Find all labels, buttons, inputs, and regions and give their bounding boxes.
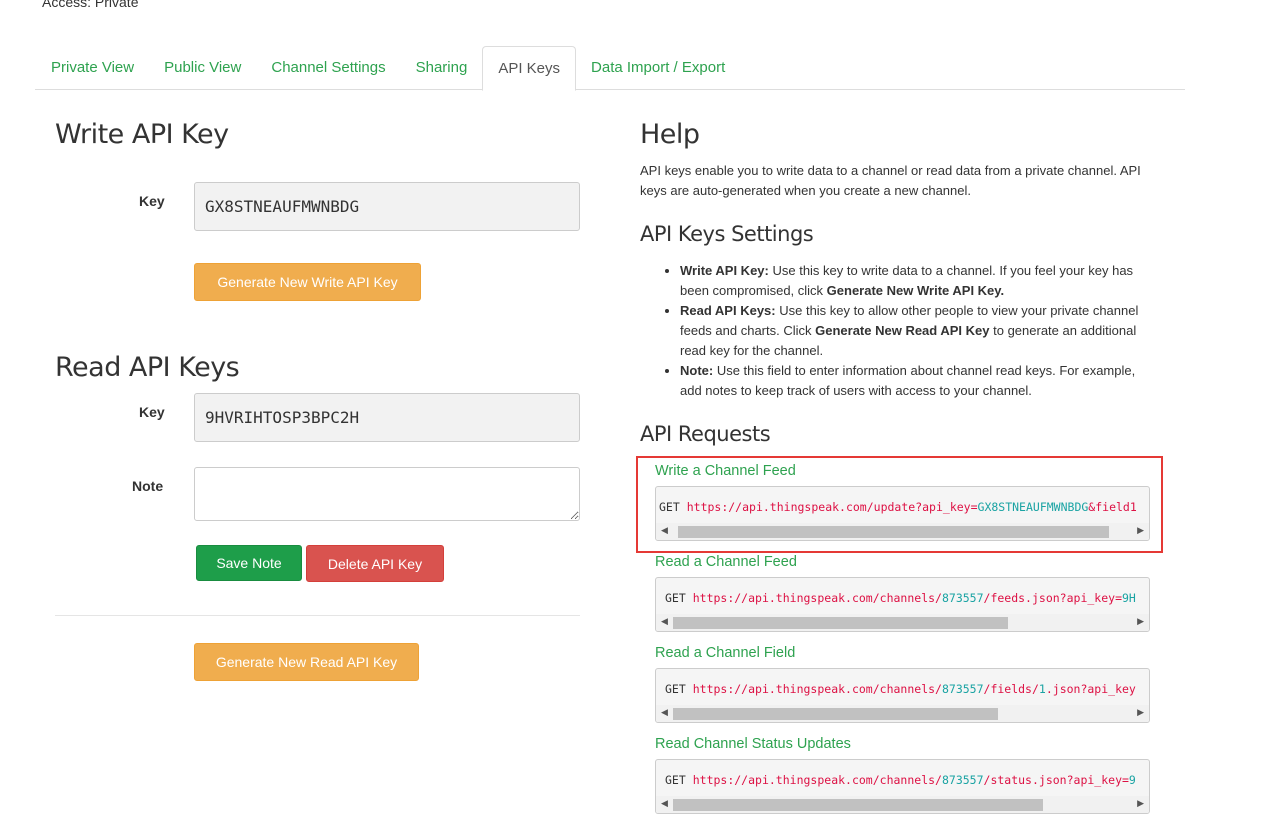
read-key-field[interactable]: 9HVRIHTOSP3BPC2H bbox=[194, 393, 580, 442]
request-link[interactable]: Read Channel Status Updates bbox=[655, 736, 851, 752]
scrollbar-thumb[interactable] bbox=[673, 799, 1043, 811]
scrollbar-thumb[interactable] bbox=[673, 708, 998, 720]
request-link[interactable]: Write a Channel Feed bbox=[655, 463, 796, 479]
help-intro: API keys enable you to write data to a c… bbox=[640, 163, 1141, 198]
save-note-button[interactable]: Save Note bbox=[196, 545, 302, 581]
access-label: Access: Private bbox=[42, 0, 139, 10]
request-url: GET https://api.thingspeak.com/channels/… bbox=[665, 682, 1136, 696]
write-key-field[interactable]: GX8STNEAUFMWNBDG bbox=[194, 182, 580, 231]
api-keys-settings-title: API Keys Settings bbox=[640, 222, 814, 246]
settings-item: Read API Keys: Use this key to allow oth… bbox=[680, 301, 1160, 361]
request-code-block: GET https://api.thingspeak.com/channels/… bbox=[655, 577, 1150, 632]
scroll-left-icon[interactable]: ◀ bbox=[661, 707, 668, 718]
generate-read-key-button[interactable]: Generate New Read API Key bbox=[194, 643, 419, 681]
request-url: GET https://api.thingspeak.com/channels/… bbox=[665, 773, 1136, 787]
settings-list: Write API Key: Use this key to write dat… bbox=[640, 261, 1160, 401]
scroll-right-icon[interactable]: ▶ bbox=[1137, 525, 1144, 536]
scrollbar-thumb[interactable] bbox=[678, 526, 1109, 538]
request-link[interactable]: Read a Channel Field bbox=[655, 645, 795, 661]
write-key-label: Key bbox=[139, 193, 165, 209]
scroll-right-icon[interactable]: ▶ bbox=[1137, 616, 1144, 627]
scrollbar-thumb[interactable] bbox=[673, 617, 1008, 629]
read-api-keys-title: Read API Keys bbox=[55, 352, 240, 383]
divider bbox=[55, 615, 580, 616]
write-api-key-title: Write API Key bbox=[55, 119, 229, 150]
horizontal-scrollbar[interactable]: ◀ ▶ bbox=[656, 796, 1149, 813]
tab-sharing[interactable]: Sharing bbox=[401, 46, 483, 90]
request-code-block: GET https://api.thingspeak.com/channels/… bbox=[655, 668, 1150, 723]
tab-public-view[interactable]: Public View bbox=[149, 46, 256, 90]
request-code-block: GET https://api.thingspeak.com/update?ap… bbox=[655, 486, 1150, 541]
tab-channel-settings[interactable]: Channel Settings bbox=[256, 46, 400, 90]
help-title: Help bbox=[640, 119, 700, 150]
horizontal-scrollbar[interactable]: ◀ ▶ bbox=[656, 705, 1149, 722]
channel-tabs: Private View Public View Channel Setting… bbox=[35, 46, 1185, 91]
generate-write-key-button[interactable]: Generate New Write API Key bbox=[194, 263, 421, 301]
scroll-right-icon[interactable]: ▶ bbox=[1137, 798, 1144, 809]
note-label: Note bbox=[132, 478, 164, 494]
tab-api-keys[interactable]: API Keys bbox=[482, 46, 577, 91]
scroll-left-icon[interactable]: ◀ bbox=[661, 798, 668, 809]
horizontal-scrollbar[interactable]: ◀ ▶ bbox=[656, 614, 1149, 631]
delete-api-key-button[interactable]: Delete API Key bbox=[306, 545, 444, 582]
scroll-left-icon[interactable]: ◀ bbox=[661, 525, 668, 536]
tab-data-import-export[interactable]: Data Import / Export bbox=[576, 46, 740, 90]
scroll-left-icon[interactable]: ◀ bbox=[661, 616, 668, 627]
settings-item: Write API Key: Use this key to write dat… bbox=[680, 261, 1160, 301]
request-link[interactable]: Read a Channel Feed bbox=[655, 554, 797, 570]
request-url: GET https://api.thingspeak.com/update?ap… bbox=[659, 500, 1137, 514]
scroll-right-icon[interactable]: ▶ bbox=[1137, 707, 1144, 718]
note-field[interactable] bbox=[194, 467, 580, 521]
tab-private-view[interactable]: Private View bbox=[36, 46, 149, 90]
horizontal-scrollbar[interactable]: ◀ ▶ bbox=[656, 523, 1149, 540]
request-url: GET https://api.thingspeak.com/channels/… bbox=[665, 591, 1136, 605]
request-code-block: GET https://api.thingspeak.com/channels/… bbox=[655, 759, 1150, 814]
api-requests-title: API Requests bbox=[640, 422, 771, 446]
read-key-label: Key bbox=[139, 404, 165, 420]
settings-item: Note: Use this field to enter informatio… bbox=[680, 361, 1160, 401]
